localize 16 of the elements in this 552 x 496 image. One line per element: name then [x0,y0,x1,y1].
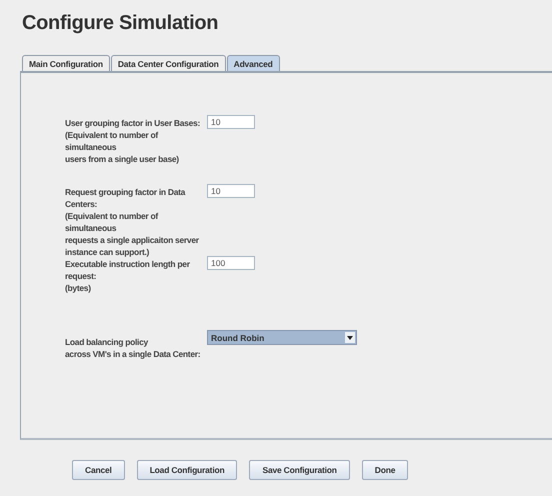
dialog-button[interactable]: Save Configuration [249,460,350,480]
dropdown[interactable]: Round Robin [207,330,357,345]
tab[interactable]: Data Center Configuration [110,55,226,71]
setting-label: Load balancing policy across VM's in a single Data Center: [65,336,202,360]
input-field[interactable]: 10 [207,184,255,198]
tab[interactable]: Advanced [226,55,280,71]
setting-label: User grouping factor in User Bases: (Equivalent to number of simultaneous users from a single user base) [65,117,201,165]
dialog-button[interactable]: Cancel [72,460,125,480]
input-field[interactable]: 10 [207,115,255,129]
tab[interactable]: Main Configuration [22,55,110,71]
setting-label: Executable instruction length per request: (bytes) [65,258,191,294]
dialog-title: Configure Simulation [22,12,220,35]
input-field[interactable]: 100 [207,256,255,270]
dialog-button[interactable]: Load Configuration [136,460,238,480]
setting-label: Request grouping factor in Data Centers: (Equivalent to number of simultaneous requests a single applicaiton server instance can support.) [65,186,200,258]
dialog-button[interactable]: Done [362,460,408,480]
